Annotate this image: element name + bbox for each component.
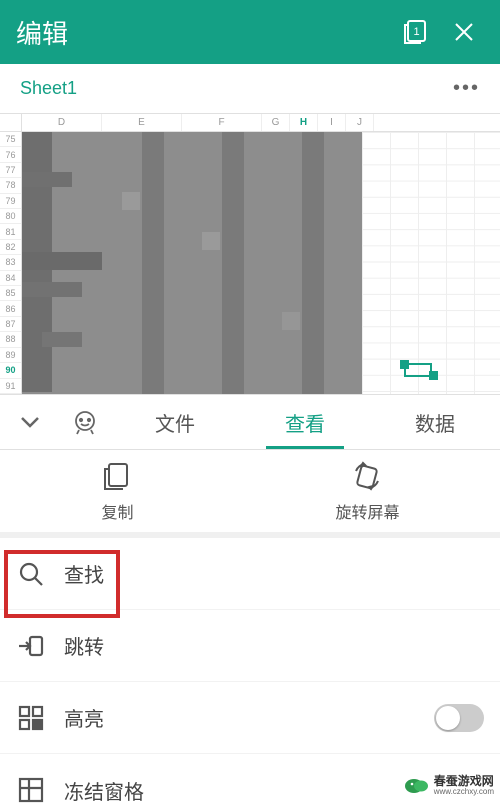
copy-button[interactable]: 复制 — [100, 459, 134, 523]
col-header[interactable]: H — [290, 114, 318, 131]
quick-actions: 复制 旋转屏幕 — [0, 450, 500, 538]
row-header[interactable]: 87 — [0, 317, 21, 332]
highlight-icon — [16, 703, 46, 733]
collapse-button[interactable] — [0, 395, 60, 449]
menu-search-label: 查找 — [64, 559, 104, 588]
tab-indicator[interactable]: 1 — [396, 12, 436, 52]
tab-data[interactable]: 数据 — [370, 395, 500, 449]
watermark-url: www.czchxy.com — [434, 788, 494, 797]
empty-cells-area[interactable] — [362, 132, 500, 394]
row-header[interactable]: 79 — [0, 194, 21, 209]
menu-jump-label: 跳转 — [64, 631, 104, 660]
row-header[interactable]: 76 — [0, 147, 21, 162]
column-headers: D E F G H I J — [0, 114, 500, 132]
tab-file[interactable]: 文件 — [110, 395, 240, 449]
col-header[interactable]: D — [22, 114, 102, 131]
row-header[interactable]: 84 — [0, 271, 21, 286]
pixelated-data-area — [22, 132, 362, 394]
row-header[interactable]: 91 — [0, 379, 21, 394]
title-bar: 编辑 1 — [0, 0, 500, 64]
menu-highlight[interactable]: 高亮 — [0, 682, 500, 754]
bottom-toolbar: 文件 查看 数据 — [0, 394, 500, 450]
watermark-logo — [404, 775, 430, 797]
col-header[interactable]: E — [102, 114, 182, 131]
menu-search[interactable]: 查找 — [0, 538, 500, 610]
row-header[interactable]: 78 — [0, 178, 21, 193]
col-header[interactable]: F — [182, 114, 262, 131]
row-header[interactable]: 80 — [0, 209, 21, 224]
sheet-tab-bar: Sheet1 ••• — [0, 64, 500, 114]
watermark: 春蚕游戏网 www.czchxy.com — [404, 775, 494, 797]
menu-highlight-label: 高亮 — [64, 703, 104, 732]
spreadsheet-grid[interactable]: D E F G H I J 75 76 77 78 79 80 81 82 83… — [0, 114, 500, 394]
svg-text:1: 1 — [413, 26, 419, 38]
view-menu-list: 查找 跳转 高亮 冻结窗格 — [0, 538, 500, 803]
rotate-button[interactable]: 旋转屏幕 — [335, 459, 399, 523]
sheet-tab[interactable]: Sheet1 — [0, 78, 97, 99]
sheet-more-button[interactable]: ••• — [433, 77, 500, 100]
row-headers: 75 76 77 78 79 80 81 82 83 84 85 86 87 8… — [0, 132, 22, 394]
selection-handle[interactable] — [400, 360, 438, 380]
row-header[interactable]: 88 — [0, 332, 21, 347]
copy-label: 复制 — [101, 499, 133, 523]
col-header[interactable]: J — [346, 114, 374, 131]
row-header[interactable]: 89 — [0, 348, 21, 363]
assistant-icon[interactable] — [60, 395, 110, 449]
jump-icon — [16, 631, 46, 661]
menu-freeze-label: 冻结窗格 — [64, 776, 144, 803]
row-header[interactable]: 75 — [0, 132, 21, 147]
row-header[interactable]: 90 — [0, 363, 21, 378]
col-header[interactable]: G — [262, 114, 290, 131]
col-header[interactable]: I — [318, 114, 346, 131]
title: 编辑 — [16, 14, 388, 51]
highlight-toggle[interactable] — [434, 704, 484, 732]
row-header[interactable]: 82 — [0, 240, 21, 255]
row-header[interactable]: 81 — [0, 224, 21, 239]
row-header[interactable]: 77 — [0, 163, 21, 178]
row-header[interactable]: 85 — [0, 286, 21, 301]
row-header[interactable]: 86 — [0, 301, 21, 316]
menu-jump[interactable]: 跳转 — [0, 610, 500, 682]
row-header[interactable]: 83 — [0, 255, 21, 270]
close-icon[interactable] — [444, 12, 484, 52]
tab-view[interactable]: 查看 — [240, 395, 370, 449]
rotate-label: 旋转屏幕 — [335, 499, 399, 523]
freeze-icon — [16, 775, 46, 803]
search-icon — [16, 559, 46, 589]
